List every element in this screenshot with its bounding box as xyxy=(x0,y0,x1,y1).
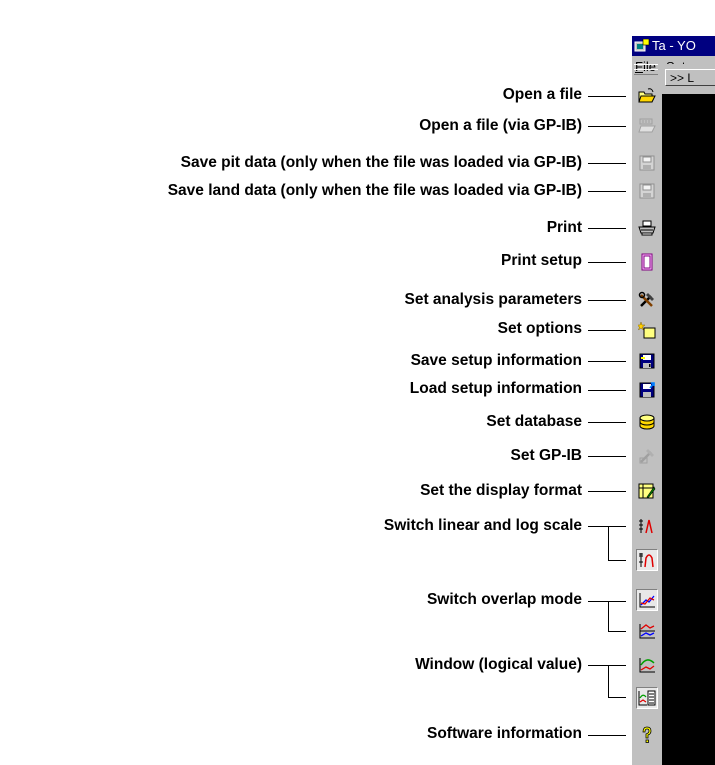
bracket-line xyxy=(608,665,609,698)
floppy-load-icon[interactable] xyxy=(636,379,658,401)
leader-line xyxy=(588,191,626,192)
save-pit-icon[interactable] xyxy=(636,152,658,174)
window-title: Ta - YO xyxy=(652,38,696,53)
label-save-pit: Save pit data (only when the file was lo… xyxy=(180,154,582,171)
leader-line xyxy=(588,126,626,127)
tab-strip: >> L xyxy=(662,64,715,94)
tools-icon[interactable] xyxy=(636,289,658,311)
linear-scale-icon[interactable] xyxy=(636,515,658,537)
leader-line xyxy=(588,456,626,457)
client-area xyxy=(662,94,715,765)
leader-line xyxy=(588,262,626,263)
label-overlap: Switch overlap mode xyxy=(426,591,582,608)
app-icon xyxy=(634,38,650,53)
leader-line xyxy=(588,361,626,362)
overlap-on-icon[interactable] xyxy=(636,589,658,611)
leader-line xyxy=(588,665,626,666)
title-bar[interactable]: Ta - YO xyxy=(632,36,715,56)
leader-line xyxy=(588,390,626,391)
graph-window-icon[interactable] xyxy=(636,654,658,676)
leader-line xyxy=(588,300,626,301)
open-gpib-icon[interactable] xyxy=(636,115,658,137)
bracket-line xyxy=(608,560,626,561)
label-about: Software information xyxy=(426,725,582,742)
label-save-setup: Save setup information xyxy=(410,352,582,369)
leader-line xyxy=(588,228,626,229)
bracket-line xyxy=(608,697,626,698)
bracket-line xyxy=(608,601,609,632)
label-save-land: Save land data (only when the file was l… xyxy=(167,182,582,199)
help-icon[interactable] xyxy=(636,724,658,746)
leader-line xyxy=(588,491,626,492)
print-setup-icon[interactable] xyxy=(636,251,658,273)
options-icon[interactable] xyxy=(636,319,658,341)
label-print-setup: Print setup xyxy=(501,252,582,269)
application-window: Ta - YO FileSet >> L xyxy=(632,0,715,765)
label-analysis-params: Set analysis parameters xyxy=(404,291,583,308)
leader-line xyxy=(588,163,626,164)
database-icon[interactable] xyxy=(636,411,658,433)
leader-line xyxy=(588,526,626,527)
expand-tab-button[interactable]: >> L xyxy=(665,69,715,86)
bracket-line xyxy=(608,631,626,632)
bracket-line xyxy=(608,526,609,561)
overlap-off-icon[interactable] xyxy=(636,620,658,642)
leader-line xyxy=(588,601,626,602)
leader-line xyxy=(588,96,626,97)
save-land-icon[interactable] xyxy=(636,180,658,202)
leader-line xyxy=(588,422,626,423)
label-display-format: Set the display format xyxy=(420,482,582,499)
toolbar-grip[interactable] xyxy=(634,69,658,75)
label-window-logical: Window (logical value) xyxy=(415,656,582,673)
label-scale: Switch linear and log scale xyxy=(383,517,582,534)
label-options: Set options xyxy=(497,320,582,337)
label-open-gpib: Open a file (via GP-IB) xyxy=(419,117,582,134)
label-database: Set database xyxy=(486,413,582,430)
open-folder-icon[interactable] xyxy=(636,85,658,107)
table-window-icon[interactable] xyxy=(636,687,658,709)
printer-icon[interactable] xyxy=(636,217,658,239)
display-format-icon[interactable] xyxy=(636,480,658,502)
leader-line xyxy=(588,735,626,736)
gpib-icon[interactable] xyxy=(636,445,658,467)
leader-line xyxy=(588,330,626,331)
label-print: Print xyxy=(546,219,582,236)
log-scale-icon[interactable] xyxy=(636,549,658,571)
label-load-setup: Load setup information xyxy=(409,380,582,397)
label-open-file: Open a file xyxy=(502,86,582,103)
floppy-save-icon[interactable] xyxy=(636,350,658,372)
label-gpib: Set GP-IB xyxy=(510,447,582,464)
